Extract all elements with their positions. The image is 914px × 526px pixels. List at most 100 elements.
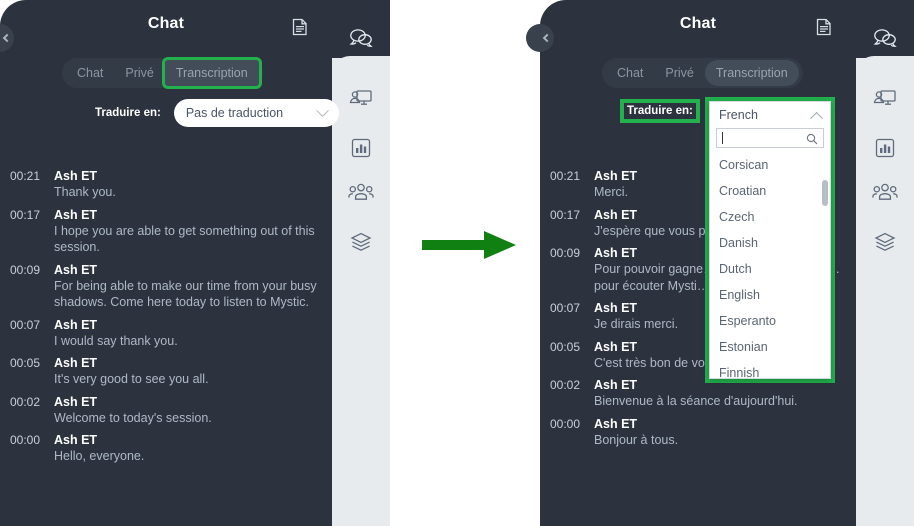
message-body: Ash ET I would say thank you. (54, 317, 322, 350)
message-author: Ash ET (594, 416, 638, 431)
message-text: For being able to make our time from you… (54, 278, 317, 310)
rail-item-screen-share[interactable] (332, 78, 390, 122)
rail-item-polls[interactable] (332, 128, 390, 172)
dropdown-scrollbar-thumb[interactable] (822, 180, 828, 206)
screen-share-icon (873, 87, 897, 114)
transcript-message: 00:07 Ash ET I would say thank you. (0, 317, 332, 350)
tab-prive-2[interactable]: Privé (654, 58, 704, 88)
green-right-arrow (420, 225, 520, 270)
right-rail-icons (856, 0, 914, 526)
message-author: Ash ET (54, 356, 98, 370)
message-body: Ash ET For being able to make our time fr… (54, 262, 322, 311)
message-text: I would say thank you. (54, 333, 178, 348)
chat-bubbles-icon (349, 27, 373, 54)
dropdown-selected-value: French (719, 108, 758, 122)
message-body: Ash ET I hope you are able to get somethi… (54, 207, 322, 256)
message-timestamp: 00:09 (10, 262, 41, 277)
message-body: Ash ET Bienvenue à la séance d'aujourd'hu… (594, 377, 846, 410)
rail-item-screen-share[interactable] (856, 78, 914, 122)
tab-chat[interactable]: Chat (66, 58, 114, 88)
message-author: Ash ET (594, 378, 638, 392)
message-timestamp: 00:00 (10, 433, 41, 447)
text-caret (722, 132, 723, 144)
message-author: Ash ET (54, 262, 98, 277)
chevron-down-icon (315, 103, 329, 117)
message-timestamp: 00:17 (550, 207, 581, 222)
dropdown-option[interactable]: Corsican (710, 152, 830, 178)
transcript-message: 00:05 Ash ET It's very good to see you all… (0, 355, 332, 388)
rail-item-chat[interactable] (856, 18, 914, 62)
translate-select[interactable]: Pas de traduction (173, 99, 339, 127)
dropdown-option[interactable]: Finnish (710, 360, 830, 378)
dropdown-option[interactable]: Esperanto (710, 308, 830, 334)
message-timestamp: 00:00 (550, 416, 581, 431)
document-icon-2[interactable] (816, 18, 832, 36)
transcript-message: 00:02 Ash ET Bienvenue à la séance d'aujou… (540, 377, 856, 410)
chat-bubbles-icon (873, 27, 897, 54)
rail-item-chat[interactable] (332, 18, 390, 62)
transcript-message: 00:02 Ash ET Welcome to today's session. (0, 394, 332, 427)
participants-icon (348, 181, 374, 208)
message-body: Ash ET Bonjour à tous. (594, 416, 846, 449)
translate-select-value: Pas de traduction (185, 106, 284, 120)
translate-label-2: Traduire en: (620, 99, 700, 123)
page-title-2: Chat (679, 15, 717, 32)
rail-item-layers[interactable] (856, 222, 914, 266)
dropdown-option[interactable]: Estonian (710, 334, 830, 360)
language-dropdown[interactable]: French Corsican Croatian Czech Danish Dutch E… (705, 97, 835, 383)
dropdown-option[interactable]: Dutch (710, 256, 830, 282)
transcript-message: 00:00 Ash ET Hello, everyone. (0, 432, 332, 465)
message-author: Ash ET (54, 207, 98, 222)
message-timestamp: 00:21 (550, 169, 581, 183)
chevron-up-icon (810, 111, 823, 125)
right-tabs: Chat Privé Transcription (602, 58, 803, 88)
message-author: Ash ET (54, 317, 98, 332)
dropdown-option-list[interactable]: Corsican Croatian Czech Danish Dutch English E… (710, 152, 830, 378)
layers-icon (349, 231, 373, 258)
transcript-message: 00:17 Ash ET I hope you are able to get so… (0, 207, 332, 256)
rail-item-participants[interactable] (856, 172, 914, 216)
message-text: I hope you are able to get something out… (54, 223, 315, 255)
right-header: Chat (540, 0, 856, 48)
rail-item-layers[interactable] (332, 222, 390, 266)
message-timestamp: 00:07 (550, 301, 581, 315)
transcript-message: 00:09 Ash ET For being able to make our ti… (0, 262, 332, 311)
message-body: Ash ET It's very good to see you all. (54, 355, 322, 388)
message-timestamp: 00:07 (10, 317, 41, 332)
tab-prive[interactable]: Privé (114, 58, 164, 88)
rail-item-polls[interactable] (856, 128, 914, 172)
message-text: Welcome to today's session. (54, 410, 212, 425)
message-text: Bonjour à tous. (594, 432, 679, 447)
tab-chat-2[interactable]: Chat (606, 58, 654, 88)
message-body: Ash ET Hello, everyone. (54, 432, 322, 465)
bar-chart-icon (350, 137, 372, 164)
dropdown-search-input[interactable] (716, 128, 824, 148)
message-text: Bienvenue à la séance d'aujourd'hui. (594, 394, 798, 408)
left-chat-panel: Chat Chat Privé Transcription Traduire e… (0, 0, 339, 526)
left-rail-icons (332, 0, 390, 526)
right-translate-row: Traduire en: (620, 99, 700, 123)
dropdown-selected-value-row[interactable]: French (710, 102, 830, 128)
left-tabs: Chat Privé Transcription (62, 57, 263, 89)
transcript-message: 00:00 Ash ET Bonjour à tous. (540, 416, 856, 449)
participants-icon (872, 181, 898, 208)
tab-transcription-2[interactable]: Transcription (704, 60, 799, 86)
left-transcript-list[interactable]: 00:21 Ash ET Thank you. 00:17 Ash ET I hope y… (0, 168, 332, 526)
dropdown-option[interactable]: English (710, 282, 830, 308)
left-header: Chat (0, 0, 332, 48)
message-text: Thank you. (54, 185, 116, 199)
screen-share-icon (349, 87, 373, 114)
message-timestamp: 00:02 (550, 378, 581, 392)
transcript-message: 00:21 Ash ET Thank you. (0, 168, 332, 201)
screenshot-root: Chat Chat Privé Transcription Traduire e… (0, 0, 914, 526)
message-timestamp: 00:21 (10, 169, 41, 183)
tab-transcription[interactable]: Transcription (161, 57, 262, 89)
document-icon[interactable] (292, 18, 308, 36)
dropdown-option[interactable]: Danish (710, 230, 830, 256)
page-title: Chat (147, 15, 185, 32)
dropdown-option[interactable]: Croatian (710, 178, 830, 204)
rail-item-participants[interactable] (332, 172, 390, 216)
dropdown-option[interactable]: Czech (710, 204, 830, 230)
layers-icon (873, 231, 897, 258)
bar-chart-icon (874, 137, 896, 164)
